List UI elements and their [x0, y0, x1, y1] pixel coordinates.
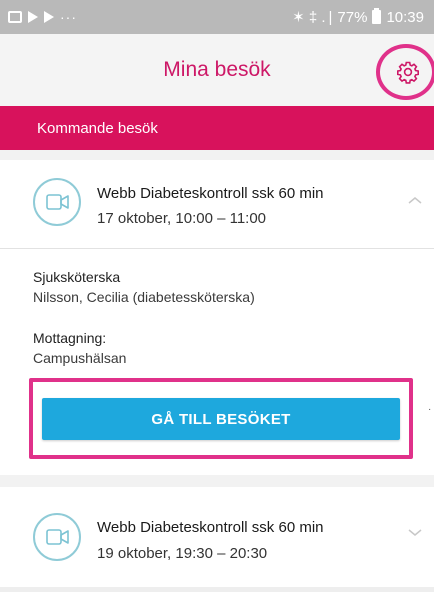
upcoming-visits-header: Kommande besök [0, 106, 434, 150]
visit-time: 19 oktober, 19:30 – 20:30 [97, 545, 268, 562]
gallery-icon [8, 11, 22, 23]
visit-item-2[interactable]: Webb Diabeteskontroll ssk 60 min 19 okto… [0, 487, 434, 587]
app-header: Mina besök [0, 34, 434, 106]
play-icon [28, 11, 38, 23]
clinic-label: Mottagning: [33, 330, 107, 346]
video-camera-icon [33, 513, 81, 561]
visit-title: Webb Diabeteskontroll ssk 60 min [97, 185, 324, 202]
gear-icon[interactable] [396, 60, 420, 84]
visit-item-1[interactable]: Webb Diabeteskontroll ssk 60 min 17 okto… [0, 160, 434, 248]
more-notifications: ··· [60, 9, 77, 25]
clock: 10:39 [386, 8, 424, 26]
status-bar: ··· ✶ ‡ . | 77% 10:39 [0, 0, 434, 34]
join-visit-button[interactable]: GÅ TILL BESÖKET [42, 398, 400, 440]
chevron-up-icon[interactable] [406, 194, 424, 206]
system-indicators: ✶ ‡ . | 77% 10:39 [292, 8, 424, 26]
notification-icons: ··· [8, 9, 77, 25]
play-store-icon [44, 11, 54, 23]
role-label: Sjuksköterska [33, 269, 121, 285]
battery-icon [372, 8, 382, 24]
visit-title: Webb Diabeteskontroll ssk 60 min [97, 519, 324, 536]
list-end [0, 587, 434, 592]
battery-percent: 77% [337, 8, 368, 26]
chevron-down-icon[interactable] [406, 527, 424, 539]
section-title: Kommande besök [37, 119, 158, 137]
signal-icon: ✶ ‡ . | [292, 9, 333, 26]
visit-time: 17 oktober, 10:00 – 11:00 [97, 210, 267, 227]
video-camera-icon [33, 178, 81, 226]
edge-mark: · [428, 404, 432, 415]
role-value: Nilsson, Cecilia (diabetessköterska) [33, 289, 255, 305]
page-title: Mina besök [163, 58, 271, 81]
clinic-value: Campushälsan [33, 350, 127, 366]
